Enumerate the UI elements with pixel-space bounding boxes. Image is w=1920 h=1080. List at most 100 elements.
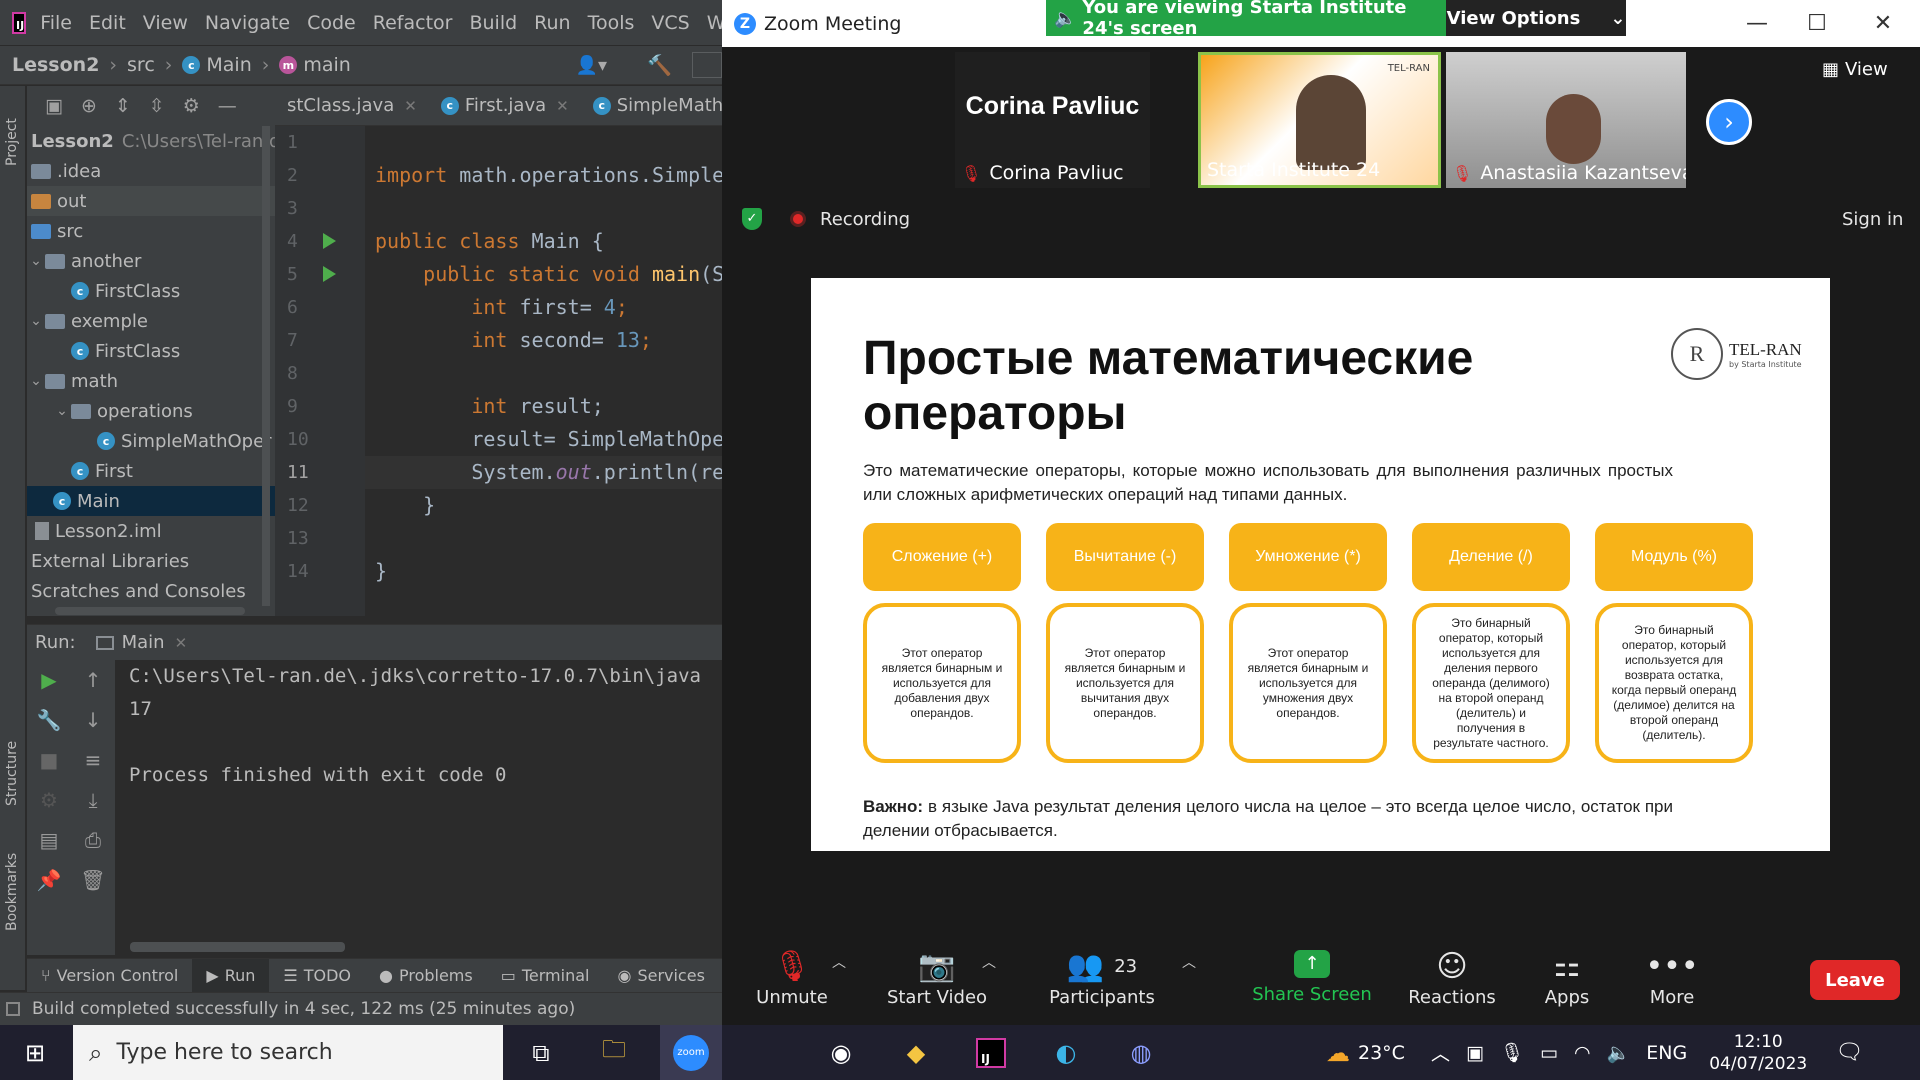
chevron-down-icon[interactable]: ⌄ xyxy=(53,403,71,419)
tab-version-control[interactable]: ⑂ Version Control xyxy=(27,959,192,993)
participants-button[interactable]: 👥 23 Participants xyxy=(1022,930,1182,1025)
layout-icon[interactable]: ▤ xyxy=(27,820,71,860)
close-button[interactable]: ✕ xyxy=(1848,0,1918,47)
run-config-box[interactable] xyxy=(692,52,722,78)
close-icon[interactable]: ✕ xyxy=(175,634,188,652)
recording-label[interactable]: Recording xyxy=(820,209,910,230)
participant-tile[interactable]: Corina Pavliuc 🎙 Corina Pavliuc xyxy=(955,52,1150,188)
console-scrollbar[interactable] xyxy=(130,942,345,952)
file-explorer-icon[interactable]: 🗀 xyxy=(583,1025,645,1080)
discord-icon[interactable]: ◍ xyxy=(1110,1025,1172,1080)
chrome-icon[interactable]: ◉ xyxy=(810,1025,872,1080)
rerun-icon[interactable]: ▶ xyxy=(27,660,71,700)
scroll-to-end-icon[interactable]: ⤓ xyxy=(71,780,115,820)
chevron-up-icon[interactable]: ︿ xyxy=(1182,952,1196,972)
taskbar-search[interactable]: ⌕ Type here to search xyxy=(73,1025,503,1080)
weather-icon[interactable]: ☁ xyxy=(1326,1039,1350,1067)
view-options-button[interactable]: View Options ⌄ xyxy=(1446,0,1626,36)
tab-firstclass[interactable]: stClass.java ✕ xyxy=(275,86,429,126)
user-icon[interactable]: 👤▾ xyxy=(576,55,607,76)
tree-item-iml[interactable]: Lesson2.iml xyxy=(27,516,275,546)
intellij-taskbar-icon[interactable]: IJ xyxy=(960,1025,1022,1080)
code-editor[interactable]: import math.operations.Simple public cla… xyxy=(365,126,722,616)
run-console[interactable]: C:\Users\Tel-ran.de\.jdks\corretto-17.0.… xyxy=(115,660,722,955)
reactions-button[interactable]: ☺ Reactions xyxy=(1392,930,1512,1025)
menu-tools[interactable]: Tools xyxy=(588,12,635,34)
chevron-up-icon[interactable]: ︿ xyxy=(832,952,846,972)
volume-icon[interactable]: 🔈 xyxy=(1607,1041,1631,1064)
security-shield-icon[interactable]: ✓ xyxy=(742,208,762,230)
tree-item-out[interactable]: out xyxy=(27,186,275,216)
structure-side-tab[interactable]: Structure xyxy=(4,716,20,806)
menu-edit[interactable]: Edit xyxy=(89,12,126,34)
battery-icon[interactable]: ▭ xyxy=(1540,1042,1558,1064)
wrench-icon[interactable]: 🔧 xyxy=(27,700,71,740)
breadcrumb-project[interactable]: Lesson2 xyxy=(12,54,99,76)
notifications-icon[interactable]: 🗨 xyxy=(1835,1040,1863,1065)
chevron-down-icon[interactable]: ⌄ xyxy=(27,313,45,329)
share-screen-button[interactable]: ↑ Share Screen xyxy=(1232,930,1392,1025)
participant-tile[interactable]: 🎙 Anastasiia Kazantseva xyxy=(1446,52,1686,188)
chevron-up-icon[interactable]: ︿ xyxy=(1431,1039,1450,1066)
debug-icon[interactable]: ⚙ xyxy=(27,780,71,820)
bookmarks-side-tab[interactable]: Bookmarks xyxy=(4,836,20,931)
language-indicator[interactable]: ENG xyxy=(1646,1042,1687,1064)
minimize-icon[interactable]: — xyxy=(218,95,237,117)
run-tab-main[interactable]: Main xyxy=(122,632,165,653)
tree-hscrollbar[interactable] xyxy=(55,607,245,615)
tree-scrollbar[interactable] xyxy=(262,126,270,606)
task-view-icon[interactable]: ⧉ xyxy=(510,1025,572,1080)
menu-refactor[interactable]: Refactor xyxy=(373,12,453,34)
menu-run[interactable]: Run xyxy=(534,12,570,34)
chevron-up-icon[interactable]: ︿ xyxy=(982,952,996,972)
trash-icon[interactable]: 🗑 xyxy=(71,860,115,900)
status-panel-icon[interactable] xyxy=(6,1002,20,1016)
close-icon[interactable]: ✕ xyxy=(404,97,417,115)
print-icon[interactable]: ⎙ xyxy=(71,820,115,860)
zoom-taskbar-icon[interactable]: zoom xyxy=(660,1025,722,1080)
close-icon[interactable]: ✕ xyxy=(556,97,569,115)
mic-icon[interactable]: 🎙 xyxy=(1500,1041,1524,1064)
windows-start-icon[interactable]: ⊞ xyxy=(4,1025,66,1080)
expand-all-icon[interactable]: ⇕ xyxy=(115,95,131,117)
meet-icon[interactable]: ▣ xyxy=(1466,1042,1484,1064)
wifi-icon[interactable]: ◠ xyxy=(1574,1042,1591,1064)
tree-root[interactable]: Lesson2 C:\Users\Tel-ran.de\I xyxy=(27,126,275,156)
app-icon[interactable]: ◆ xyxy=(885,1025,947,1080)
tree-item-src[interactable]: src xyxy=(27,216,275,246)
tree-item-operations[interactable]: ⌄ operations xyxy=(27,396,275,426)
tab-services[interactable]: ◉ Services xyxy=(603,959,718,993)
tab-todo[interactable]: ☰ TODO xyxy=(269,959,365,993)
edge-icon[interactable]: ◐ xyxy=(1035,1025,1097,1080)
tree-item-math[interactable]: ⌄ math xyxy=(27,366,275,396)
locate-icon[interactable]: ⊕ xyxy=(81,95,97,117)
tab-terminal[interactable]: ▭ Terminal xyxy=(487,959,604,993)
chevron-down-icon[interactable]: ⌄ xyxy=(27,253,45,269)
menu-file[interactable]: File xyxy=(40,12,72,34)
start-video-button[interactable]: 📷 Start Video xyxy=(872,930,1002,1025)
panel-icon[interactable]: ▣ xyxy=(45,95,63,117)
view-button[interactable]: ▦ View xyxy=(1822,59,1888,80)
run-gutter-icon[interactable] xyxy=(323,233,336,249)
scroll-down-icon[interactable]: ↓ xyxy=(71,700,115,740)
breadcrumb-src[interactable]: src xyxy=(127,54,155,76)
tree-item-simplemathoperations[interactable]: c SimpleMathOper xyxy=(27,426,275,456)
tree-item-main[interactable]: c Main xyxy=(27,486,275,516)
tree-item-firstclass[interactable]: c FirstClass xyxy=(27,276,275,306)
leave-button[interactable]: Leave xyxy=(1810,960,1900,1000)
tree-item-external-libraries[interactable]: External Libraries xyxy=(27,546,275,576)
clock[interactable]: 12:10 04/07/2023 xyxy=(1709,1031,1807,1075)
tree-item-first[interactable]: c First xyxy=(27,456,275,486)
collapse-all-icon[interactable]: ⇳ xyxy=(149,95,165,117)
gear-icon[interactable]: ⚙ xyxy=(183,95,200,117)
breadcrumb-method[interactable]: main xyxy=(303,54,350,76)
menu-vcs[interactable]: VCS xyxy=(651,12,689,34)
menu-build[interactable]: Build xyxy=(469,12,517,34)
next-page-button[interactable]: › xyxy=(1706,99,1752,145)
soft-wrap-icon[interactable]: ≡ xyxy=(71,740,115,780)
scroll-up-icon[interactable]: ↑ xyxy=(71,660,115,700)
chevron-down-icon[interactable]: ⌄ xyxy=(27,373,45,389)
tab-first[interactable]: c First.java ✕ xyxy=(429,86,581,126)
apps-button[interactable]: ⚏ Apps xyxy=(1522,930,1612,1025)
tree-item-exemple[interactable]: ⌄ exemple xyxy=(27,306,275,336)
